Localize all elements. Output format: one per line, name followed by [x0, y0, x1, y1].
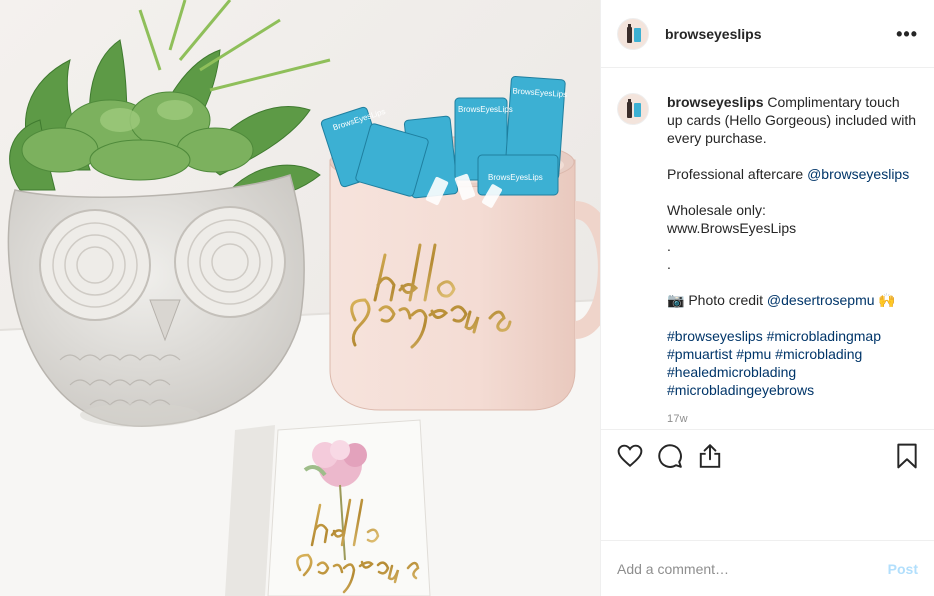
hashtag-link[interactable]: #microblading	[775, 346, 862, 362]
post-header: browseyeslips •••	[601, 0, 934, 68]
mention-link-browseyeslips[interactable]: @browseyeslips	[807, 166, 909, 182]
bookmark-icon[interactable]	[894, 443, 920, 469]
comment-icon[interactable]	[657, 443, 683, 469]
tube-icon	[634, 103, 641, 117]
hashtag-link[interactable]: #pmuartist	[667, 346, 732, 362]
comment-box: Post	[601, 540, 934, 596]
post-sidebar: browseyeslips ••• browseyeslips Complime…	[600, 0, 934, 596]
hashtag-link[interactable]: #pmu	[736, 346, 771, 362]
bottle-icon	[627, 23, 632, 43]
heart-icon[interactable]	[617, 443, 643, 469]
photo-illustration: BrowsEyesLips BrowsEyesLips BrowsEyesLip…	[0, 0, 600, 596]
hashtag-link[interactable]: #browseyeslips	[667, 328, 763, 344]
caption-text: browseyeslips Complimentary touch up car…	[667, 93, 918, 429]
svg-text:BrowsEyesLips: BrowsEyesLips	[458, 105, 513, 114]
caption-line-2: Professional aftercare	[667, 166, 808, 182]
mention-link-desertrosepmu[interactable]: @desertrosepmu	[767, 292, 875, 308]
post-actions-bar	[601, 429, 934, 481]
tube-icon	[634, 27, 641, 42]
hashtag-link[interactable]: #microbladingmap	[767, 328, 881, 344]
raised-hands-emoji: 🙌	[874, 292, 896, 308]
svg-text:BrowsEyesLips: BrowsEyesLips	[488, 173, 543, 182]
avatar[interactable]	[617, 17, 649, 50]
post-photo[interactable]: BrowsEyesLips BrowsEyesLips BrowsEyesLip…	[0, 0, 600, 596]
share-icon[interactable]	[697, 443, 723, 469]
post-comment-button[interactable]: Post	[888, 561, 918, 577]
caption-username-link[interactable]: browseyeslips	[667, 94, 764, 110]
photo-credit-text: 📷 Photo credit	[667, 292, 767, 308]
hashtag-link[interactable]: #healedmicroblading	[667, 364, 796, 380]
caption-avatar[interactable]	[617, 93, 649, 125]
caption-section: browseyeslips Complimentary touch up car…	[601, 69, 934, 429]
hashtag-link[interactable]: #microbladingeyebrows	[667, 382, 814, 398]
bottle-icon	[627, 99, 632, 118]
username-link[interactable]: browseyeslips	[665, 26, 762, 42]
post-timestamp[interactable]: 17w	[667, 410, 918, 428]
comment-input[interactable]	[617, 560, 888, 577]
caption-line-3: Wholesale only: www.BrowsEyesLips . .	[667, 202, 797, 272]
more-options-icon[interactable]: •••	[896, 25, 918, 43]
